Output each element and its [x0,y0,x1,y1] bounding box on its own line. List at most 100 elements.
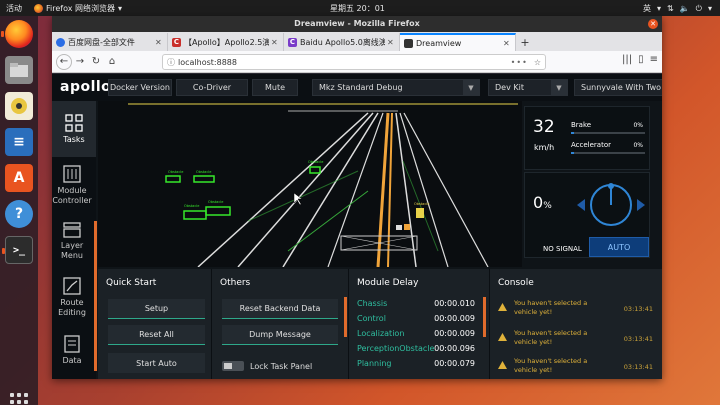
console-message-text: You haven't selected a vehicle yet! [514,329,588,346]
sidebar-icon[interactable]: ▯ [638,54,644,65]
menu-label: Module Controller [52,185,92,205]
console-message: You haven't selected a vehicle yet! 03:1… [498,329,653,353]
menu-label: Route Editing [58,297,86,317]
tab-label: 【Apollo】Apollo2.5演示 [184,37,269,47]
dump-message-button[interactable]: Dump Message [222,325,338,345]
mute-button[interactable]: Mute [252,79,298,96]
apollo-logo: apollo [60,79,112,95]
module-controller-icon [63,164,81,183]
library-icon[interactable]: ||| [622,54,632,65]
tab-label: Dreamview [416,38,462,48]
chevron-down-icon: ▾ [118,4,123,13]
obstacle-label: Obstacle [168,170,183,174]
activities-button[interactable]: 活动 [6,3,22,14]
show-applications-icon[interactable] [10,393,28,405]
tab-csdn-apollo25[interactable]: C 【Apollo】Apollo2.5演示 ✕ [168,33,284,51]
module-delay-title: Module Delay [357,278,419,288]
bookmark-star-icon[interactable]: ☆ [534,58,541,67]
firefox-icon [34,4,43,13]
mode-select-value: Mkz Standard Debug [319,83,403,92]
others-scrollbar[interactable] [344,297,347,337]
back-button[interactable]: ← [56,53,72,70]
close-icon[interactable]: ✕ [387,38,395,47]
console-message: You haven't selected a vehicle yet! 03:1… [498,299,653,323]
tab-bar: 百度网盘-全部文件 ✕ C 【Apollo】Apollo2.5演示 ✕ C Ba… [52,32,662,51]
url-bar[interactable]: ⓘ localhost:8888 ••• ☆ [162,54,546,70]
close-icon[interactable]: ✕ [271,38,279,47]
others-title: Others [220,278,251,288]
page-actions-icon[interactable]: ••• [511,58,528,67]
dock-rhythmbox-icon[interactable] [5,92,33,120]
steering-number: 0 [533,193,544,212]
dock-help-icon[interactable]: ? [5,200,33,228]
reset-backend-data-button[interactable]: Reset Backend Data [222,299,338,319]
lock-task-panel-toggle[interactable] [222,361,244,371]
menu-tasks[interactable]: Tasks [52,101,96,157]
app-menu-label: Firefox 网络浏览器 [46,4,116,13]
reload-button[interactable]: ↻ [88,54,104,70]
co-driver-button[interactable]: Co-Driver [176,79,248,96]
menu-route-editing[interactable]: Route Editing [52,269,92,325]
delay-value: 00:00.009 [434,314,475,323]
delay-value: 00:00.010 [434,299,475,308]
close-icon[interactable]: ✕ [155,38,163,47]
info-icon[interactable]: ⓘ [167,57,175,68]
app-menu[interactable]: Firefox 网络浏览器 ▾ [34,3,122,14]
obstacle-label: Obstacle [184,204,199,208]
console-title: Console [498,278,534,288]
mode-select[interactable]: Mkz Standard Debug ▼ [312,79,480,96]
dock-terminal-icon[interactable]: >_ [2,236,33,264]
obstacle-label: Obstacle [414,202,429,206]
dock-software-icon[interactable]: A [5,164,33,192]
docker-version-button[interactable]: Docker Version [108,79,172,96]
scene-view[interactable]: Obstacle Obstacle Obstacle Obstacle Obst… [98,101,522,267]
firefox-window: Dreamview - Mozilla Firefox ✕ 百度网盘-全部文件 … [52,16,662,379]
window-close-icon[interactable]: ✕ [648,19,658,29]
delay-row: Control 00:00.009 [357,314,475,326]
input-method[interactable]: 英 [643,3,651,14]
chevron-down-icon: ▼ [463,80,479,95]
navigation-toolbar: ← → ↻ ⌂ ⓘ localhost:8888 ••• ☆ ||| ▯ ≡ [52,51,662,73]
menu-icon[interactable]: ≡ [650,54,658,65]
map-select-value: Sunnyvale With Two Offices [581,83,662,92]
delay-module-name: Chassis [357,299,388,308]
dock-files-icon[interactable] [5,56,33,84]
reset-all-button[interactable]: Reset All [108,325,205,345]
others-panel: Others Reset Backend Data Dump Message L… [212,269,349,379]
system-tray[interactable]: 英 ▾ ⇅ 🔈 ⏻ ▾ [643,3,712,14]
accelerator-label: Accelerator [571,141,611,149]
new-tab-button[interactable]: + [516,33,534,51]
module-delay-scrollbar[interactable] [483,297,486,337]
delay-value: 00:00.079 [434,359,475,368]
csdn-icon: C [288,37,297,47]
forward-button[interactable]: → [72,54,88,70]
tab-dreamview[interactable]: Dreamview ✕ [400,33,516,51]
url-text[interactable]: localhost:8888 [178,58,511,67]
menu-layer-menu[interactable]: Layer Menu [52,213,92,269]
window-titlebar[interactable]: Dreamview - Mozilla Firefox ✕ [52,16,662,32]
clock[interactable]: 星期五 20：01 [330,3,385,14]
start-auto-button[interactable]: Start Auto [108,353,205,373]
setup-button[interactable]: Setup [108,299,205,319]
menu-label: Tasks [63,134,85,144]
close-icon[interactable]: ✕ [503,39,511,48]
menu-scrollbar[interactable] [94,221,97,371]
speed-value: 32 [533,117,555,137]
menu-module-controller[interactable]: Module Controller [52,157,92,213]
menu-data-recorder[interactable]: Data [52,325,92,379]
console-message-time: 03:13:41 [623,335,653,343]
map-select[interactable]: Sunnyvale With Two Offices [574,79,662,96]
dock-writer-icon[interactable]: ≡ [5,128,33,156]
home-button[interactable]: ⌂ [104,54,120,70]
vehicle-select[interactable]: Dev Kit ▼ [488,79,568,96]
system-top-bar: 活动 Firefox 网络浏览器 ▾ 星期五 20：01 英 ▾ ⇅ 🔈 ⏻ ▾ [0,0,720,16]
tab-csdn-apollo50[interactable]: C Baidu Apollo5.0离线演示 ✕ [284,33,400,51]
dock-firefox-icon[interactable] [1,20,33,48]
console-message-text: You haven't selected a vehicle yet! [514,299,588,316]
tab-baidu-pan[interactable]: 百度网盘-全部文件 ✕ [52,33,168,51]
delay-row: PerceptionObstacle 00:00.096 [357,344,475,356]
tasks-panels: Quick Start Setup Reset All Start Auto O… [98,269,662,379]
route-editing-icon [63,276,81,295]
quick-start-title: Quick Start [106,278,157,288]
dashboard: 32 km/h Brake 0% Accelerator 0% 0% NO SI… [524,106,650,264]
